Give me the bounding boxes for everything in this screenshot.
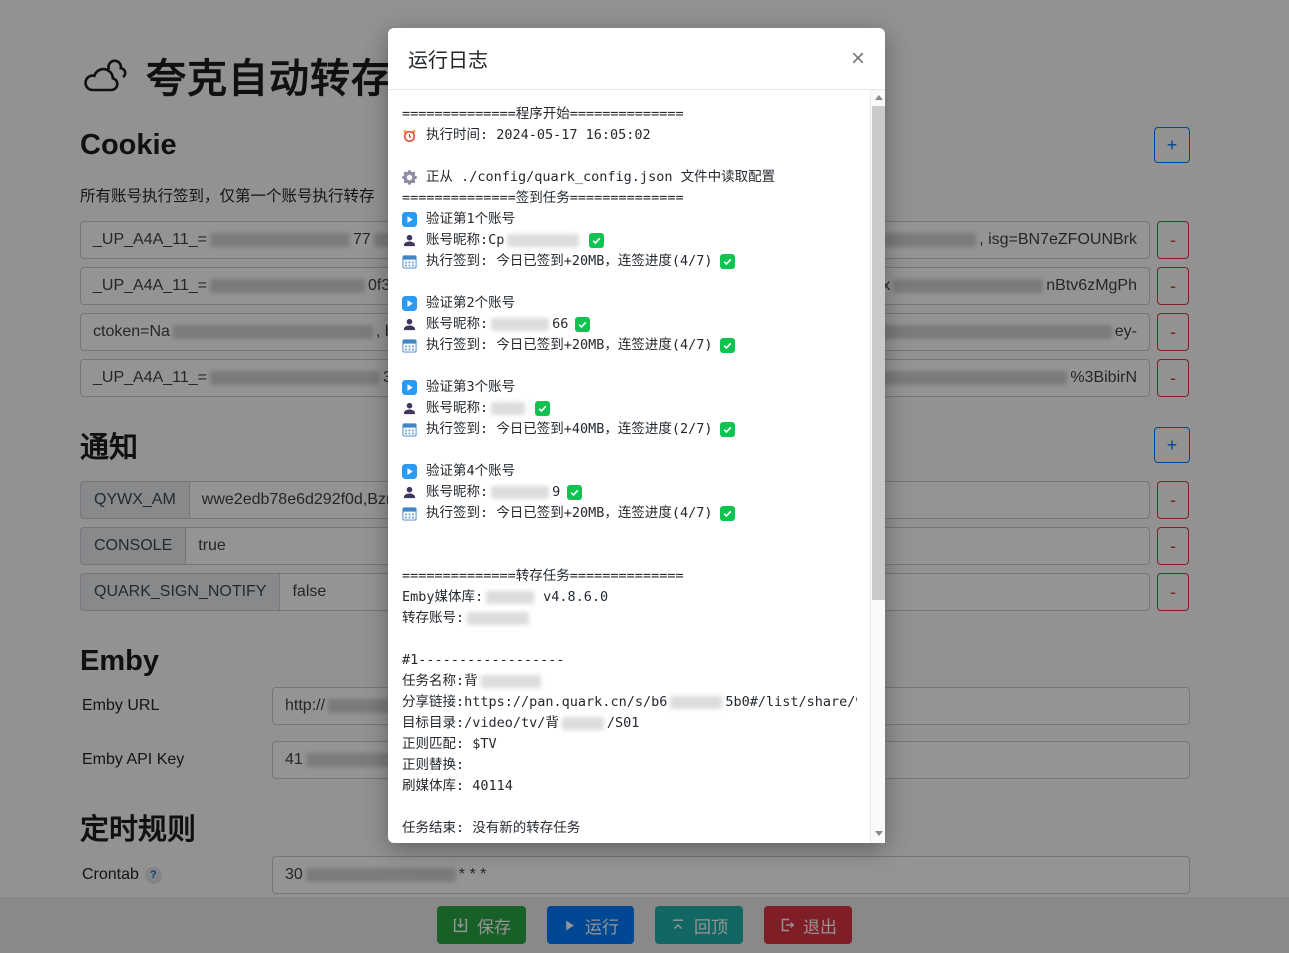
log-line-time: 执行时间: 2024-05-17 16:05:02 [402, 125, 857, 146]
log-line-transfer-account: 转存账号: [402, 608, 857, 629]
log-line-separator: ==============签到任务============== [402, 188, 857, 209]
log-line-separator: ==============转存任务============== [402, 566, 857, 587]
person-icon [402, 401, 417, 416]
log-line-target-dir: 目标目录: /video/tv/背/S01 [402, 713, 857, 734]
log-output: ==============程序开始============== 执行时间: 2… [402, 104, 857, 843]
log-line-nickname: 账号昵称: 66 [402, 314, 857, 335]
redacted-text [670, 696, 722, 709]
check-icon [589, 233, 604, 248]
log-line-nickname: 账号昵称: [402, 398, 857, 419]
check-icon [720, 506, 735, 521]
check-icon [720, 338, 735, 353]
check-icon [567, 485, 582, 500]
play-icon [402, 212, 417, 227]
redacted-text [486, 591, 534, 604]
scrollbar-thumb[interactable] [872, 106, 885, 600]
redacted-text [467, 612, 529, 625]
log-line-emby: Emby媒体库: v4.8.6.0 [402, 587, 857, 608]
redacted-text [491, 402, 525, 415]
log-line-blank [402, 797, 857, 818]
log-line-regex-replace: 正则替换: [402, 755, 857, 776]
scrollbar-up-arrow-icon[interactable] [871, 90, 885, 105]
scrollbar[interactable] [870, 90, 885, 843]
modal-title: 运行日志 [408, 44, 488, 73]
log-line-verify: 验证第1个账号 [402, 209, 857, 230]
log-line-task-end: 任务结束: 没有新的转存任务 [402, 818, 857, 839]
check-icon [575, 317, 590, 332]
play-icon [402, 296, 417, 311]
log-line-separator: ==============程序开始============== [402, 104, 857, 125]
check-icon [720, 422, 735, 437]
log-line-task-name: 任务名称: 背 [402, 671, 857, 692]
redacted-text [562, 717, 604, 730]
log-line-blank [402, 440, 857, 461]
redacted-text [507, 234, 579, 247]
log-line-nickname: 账号昵称: Cp [402, 230, 857, 251]
log-line-blank [402, 545, 857, 566]
log-line-blank [402, 524, 857, 545]
redacted-text [481, 675, 541, 688]
gear-icon [402, 170, 417, 185]
person-icon [402, 317, 417, 332]
log-line-verify: 验证第3个账号 [402, 377, 857, 398]
modal-header: 运行日志 × [388, 28, 885, 90]
redacted-text [491, 486, 549, 499]
log-line-task-number: #1------------------ [402, 650, 857, 671]
redacted-text [491, 318, 549, 331]
person-icon [402, 485, 417, 500]
log-line-verify: 验证第4个账号 [402, 461, 857, 482]
calendar-icon [402, 254, 417, 269]
alarm-icon [402, 128, 417, 143]
log-line-config: 正从 ./config/quark_config.json 文件中读取配置 [402, 167, 857, 188]
play-icon [402, 380, 417, 395]
app-window: 夸克自动转存 Cookie + 所有账号执行签到，仅第一个账号执行转存 _UP_… [0, 0, 1289, 953]
modal-body: ==============程序开始============== 执行时间: 2… [388, 90, 885, 843]
log-line-sign: 执行签到: 今日已签到+20MB，连签进度(4/7) [402, 251, 857, 272]
log-line-blank [402, 146, 857, 167]
calendar-icon [402, 422, 417, 437]
log-line-sign: 执行签到: 今日已签到+40MB，连签进度(2/7) [402, 419, 857, 440]
log-line-sign: 执行签到: 今日已签到+20MB，连签进度(4/7) [402, 335, 857, 356]
play-icon [402, 464, 417, 479]
log-line-blank [402, 356, 857, 377]
close-icon[interactable]: × [851, 47, 865, 71]
check-icon [535, 401, 550, 416]
check-icon [720, 254, 735, 269]
log-line-blank [402, 272, 857, 293]
log-line-sign: 执行签到: 今日已签到+20MB，连签进度(4/7) [402, 503, 857, 524]
run-log-modal: 运行日志 × ==============程序开始============== … [388, 28, 885, 843]
log-line-verify: 验证第2个账号 [402, 293, 857, 314]
log-line-regex-match: 正则匹配: $TV [402, 734, 857, 755]
log-line-nickname: 账号昵称: 9 [402, 482, 857, 503]
person-icon [402, 233, 417, 248]
log-line-refresh-library: 刷媒体库: 40114 [402, 776, 857, 797]
scrollbar-down-arrow-icon[interactable] [871, 826, 885, 841]
calendar-icon [402, 338, 417, 353]
log-line-blank [402, 629, 857, 650]
log-line-share-link: 分享链接: https://pan.quark.cn/s/b65b0#/list… [402, 692, 857, 713]
calendar-icon [402, 506, 417, 521]
